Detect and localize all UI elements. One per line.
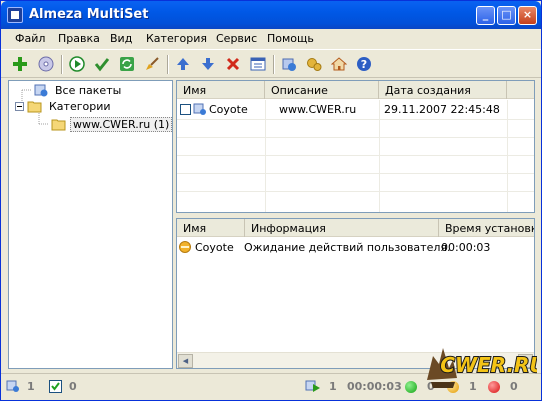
minimize-button[interactable]: _ [476, 6, 495, 25]
tree-item-folder[interactable]: www.CWER.ru (1) [51, 116, 173, 132]
running-count: 1 [329, 380, 337, 393]
check-icon[interactable] [93, 55, 111, 73]
delete-icon[interactable] [224, 55, 242, 73]
help-icon[interactable]: ? [355, 55, 373, 73]
add-icon[interactable] [11, 55, 29, 73]
cell-task-info: Ожидание действий пользователя. [244, 241, 451, 254]
scroll-left-button[interactable]: ◀ [178, 354, 193, 368]
column-header-name[interactable]: Имя [177, 81, 265, 99]
menu-file[interactable]: Файл [15, 32, 45, 45]
window-title: Almeza MultiSet [29, 7, 149, 22]
category-tree: Все пакеты Категории www.CWER.ru (1) [8, 80, 173, 369]
packages-status-icon [6, 380, 19, 392]
tasks-header: Имя Информация Время установки [177, 219, 534, 237]
arrow-up-icon[interactable] [174, 55, 192, 73]
app-icon [7, 7, 23, 23]
cell-description: www.CWER.ru [279, 103, 357, 116]
menu-help[interactable]: Помощь [267, 32, 314, 45]
row-checkbox[interactable] [180, 104, 191, 115]
properties-icon[interactable] [249, 55, 267, 73]
elapsed-time: 00:00:03 [347, 380, 402, 393]
column-header-description[interactable]: Описание [265, 81, 379, 99]
menu-bar: Файл Правка Вид Категория Сервис Помощь [1, 29, 541, 48]
title-bar[interactable]: Almeza MultiSet _ □ × [1, 1, 541, 29]
packages-list: Имя Описание Дата создания Coyote www.CW… [176, 80, 535, 213]
packages-header: Имя Описание Дата создания [177, 81, 534, 99]
checked-count: 0 [69, 380, 77, 393]
cell-task-name: Coyote [195, 241, 234, 254]
open-folder-icon [27, 101, 42, 113]
packages-count: 1 [27, 380, 35, 393]
cell-task-time: 00:00:03 [441, 241, 491, 254]
toolbar: ? [1, 49, 541, 78]
cell-date: 29.11.2007 22:45:48 [384, 103, 500, 116]
main-window: Almeza MultiSet _ □ × Файл Правка Вид Ка… [0, 0, 542, 401]
svg-text:?: ? [361, 58, 367, 71]
menu-service[interactable]: Сервис [216, 32, 257, 45]
home-icon[interactable] [330, 55, 348, 73]
folder-icon [51, 119, 66, 131]
running-status-icon [305, 380, 320, 392]
tree-label-all-packages: Все пакеты [55, 83, 122, 97]
clean-icon[interactable] [143, 55, 161, 73]
settings-icon[interactable] [305, 55, 323, 73]
checked-status-icon [49, 380, 62, 393]
menu-edit[interactable]: Правка [58, 32, 100, 45]
arrow-down-icon[interactable] [199, 55, 217, 73]
cell-name: Coyote [209, 103, 248, 116]
refresh-icon[interactable] [118, 55, 136, 73]
menu-category[interactable]: Категория [146, 32, 207, 45]
tree-label-folder: www.CWER.ru (1) [70, 116, 173, 132]
table-row[interactable]: Coyote www.CWER.ru 29.11.2007 22:45:48 [177, 101, 534, 118]
maximize-button[interactable]: □ [497, 6, 516, 25]
tree-label-categories: Категории [49, 99, 111, 113]
menu-view[interactable]: Вид [110, 32, 132, 45]
run-icon[interactable] [68, 55, 86, 73]
column-header-install-time[interactable]: Время установки [439, 219, 534, 237]
tree-item-categories[interactable]: Категории [15, 98, 113, 114]
tree-item-all-packages[interactable]: Все пакеты [33, 82, 123, 98]
task-row[interactable]: Coyote Ожидание действий пользователя. 0… [177, 239, 534, 256]
svg-text:CWER.RU: CWER.RU [440, 353, 537, 377]
watermark-logo: CWER.RU [427, 348, 537, 388]
column-header-date[interactable]: Дата создания [379, 81, 507, 99]
install-icon[interactable] [280, 55, 298, 73]
package-icon [193, 103, 206, 115]
close-button[interactable]: × [518, 6, 537, 25]
success-status-icon [405, 381, 417, 393]
collapse-toggle-icon[interactable] [15, 101, 24, 111]
packages-icon [34, 84, 48, 97]
column-header-info[interactable]: Информация [245, 219, 439, 237]
status-pending-icon [179, 241, 191, 253]
disc-icon[interactable] [37, 55, 55, 73]
column-header-task-name[interactable]: Имя [177, 219, 245, 237]
